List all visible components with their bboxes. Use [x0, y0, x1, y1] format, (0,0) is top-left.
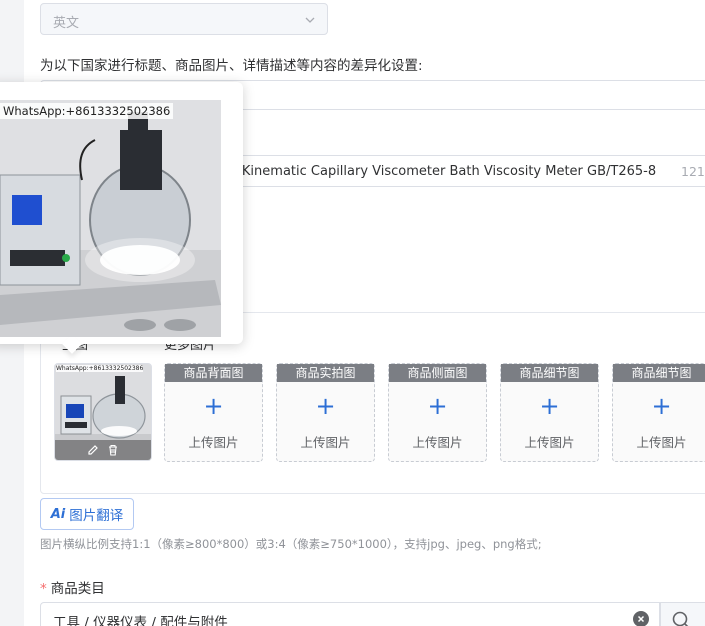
ai-icon: Ai	[50, 506, 66, 522]
language-select[interactable]: 英文	[40, 3, 328, 35]
thumbnail-actions	[55, 440, 151, 460]
plus-icon: +	[427, 392, 448, 420]
preview-watermark: WhatsApp:+8613332502386	[0, 103, 174, 119]
category-input[interactable]: 工具 / 仪器仪表 / 配件与附件	[40, 602, 660, 626]
upload-label: 上传图片	[412, 435, 463, 450]
upload-label: 上传图片	[636, 435, 687, 450]
image-format-hint: 图片横纵比例支持1:1（像素≥800*800）或3:4（像素≥750*1000）…	[40, 537, 542, 551]
upload-label: 上传图片	[188, 435, 239, 450]
main-thumb-watermark: WhatsApp:+8613332502386	[56, 365, 144, 372]
upload-slot-side[interactable]: 商品侧面图 + 上传图片	[388, 363, 487, 462]
required-mark: *	[40, 581, 47, 597]
upload-slot-back[interactable]: 商品背面图 + 上传图片	[164, 363, 263, 462]
slot-tag: 商品实拍图	[277, 364, 374, 382]
category-label-text: 商品类目	[50, 581, 105, 597]
category-value: 工具 / 仪器仪表 / 配件与附件	[53, 615, 228, 626]
chevron-down-icon	[305, 17, 315, 23]
upload-label: 上传图片	[300, 435, 351, 450]
plus-icon: +	[651, 392, 672, 420]
preview-image: WhatsApp:+8613332502386	[0, 100, 221, 337]
plus-icon: +	[539, 392, 560, 420]
upload-slot-detail-2[interactable]: 商品细节图 + 上传图片	[612, 363, 705, 462]
title-char-counter: 121 / 128	[681, 164, 705, 179]
slot-tag: 商品背面图	[165, 364, 262, 382]
main-image-thumbnail[interactable]: WhatsApp:+8613332502386	[54, 363, 152, 461]
upload-label: 上传图片	[524, 435, 575, 450]
upload-slot-detail-1[interactable]: 商品细节图 + 上传图片	[500, 363, 599, 462]
country-section-label: 为以下国家进行标题、商品图片、详情描述等内容的差异化设置:	[40, 58, 423, 74]
slot-tag: 商品细节图	[613, 364, 705, 382]
edit-icon[interactable]	[86, 443, 100, 457]
image-preview-popover: WhatsApp:+8613332502386	[0, 82, 243, 354]
title-input-value: s Kinematic Capillary Viscometer Bath Vi…	[231, 164, 657, 179]
clear-icon[interactable]	[633, 611, 649, 626]
slot-tag: 商品细节图	[501, 364, 598, 382]
category-label: * 商品类目	[40, 577, 105, 597]
image-translate-label: 图片翻译	[69, 508, 124, 524]
category-search-button[interactable]	[660, 602, 705, 626]
image-translate-button[interactable]: Ai 图片翻译	[40, 498, 134, 530]
viscometer-bath-photo	[0, 100, 221, 337]
upload-slot-real-shot[interactable]: 商品实拍图 + 上传图片	[276, 363, 375, 462]
plus-icon: +	[315, 392, 336, 420]
language-select-value: 英文	[53, 16, 80, 31]
slot-tag: 商品侧面图	[389, 364, 486, 382]
search-icon	[672, 611, 689, 626]
plus-icon: +	[203, 392, 224, 420]
trash-icon[interactable]	[106, 443, 120, 457]
